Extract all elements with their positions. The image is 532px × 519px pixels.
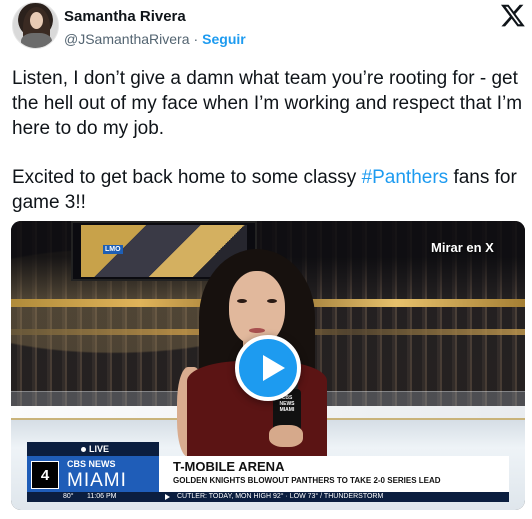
avatar[interactable]	[12, 2, 59, 49]
hashtag-link[interactable]: #Panthers	[362, 167, 449, 188]
play-button[interactable]	[235, 335, 301, 401]
user-handle[interactable]: @JSamanthaRivera	[64, 31, 190, 47]
reporter-eye	[267, 299, 277, 303]
x-logo-icon[interactable]	[500, 2, 526, 28]
live-label: LIVE	[89, 444, 110, 454]
city-label: MIAMI	[67, 470, 127, 491]
display-name[interactable]: Samantha Rivera	[64, 8, 186, 25]
jumbotron-tag: LMO	[103, 245, 123, 254]
video-player[interactable]: LMO CBS NEWS MIAMI Mirar en X LIVE 4 CBS…	[11, 221, 525, 510]
separator: ·	[193, 31, 199, 47]
tweet-card: Samantha Rivera @JSamanthaRivera · Seguir …	[0, 0, 532, 519]
headline-title: T-MOBILE ARENA	[173, 459, 285, 474]
ticker-arrow-icon	[165, 494, 170, 500]
live-dot-icon	[81, 447, 86, 453]
avatar-shirt	[21, 33, 52, 48]
ticker-temperature: 80°	[63, 493, 74, 500]
network-label: CBS NEWS	[67, 459, 116, 469]
news-ticker: 80° 11:06 PM CUTLER: TODAY, MON HIGH 92°…	[27, 492, 509, 502]
follow-button[interactable]: Seguir	[202, 31, 246, 47]
reporter-eye	[237, 299, 247, 303]
handle-line: @JSamanthaRivera · Seguir	[64, 31, 246, 47]
ticker-time: 11:06 PM	[87, 493, 117, 500]
tweet-paragraph: Listen, I don’t give a damn what team yo…	[12, 68, 523, 139]
tweet-text-before: Excited to get back home to some classy	[12, 167, 362, 188]
reporter-face	[229, 271, 285, 345]
tweet-paragraph: Excited to get back home to some classy …	[12, 165, 524, 215]
play-icon	[263, 355, 285, 381]
live-indicator: LIVE	[27, 442, 159, 456]
tweet-text: Listen, I don’t give a damn what team yo…	[12, 66, 524, 215]
reporter-lips	[249, 328, 265, 333]
headline-subtitle: GOLDEN KNIGHTS BLOWOUT PANTHERS TO TAKE …	[173, 476, 441, 485]
watch-on-x-button[interactable]: Mirar en X	[431, 240, 494, 255]
avatar-face	[30, 12, 43, 29]
ticker-weather: CUTLER: TODAY, MON HIGH 92° · LOW 73° / …	[177, 493, 384, 500]
cbs4-logo: 4	[31, 461, 59, 489]
reporter-hand	[269, 425, 303, 447]
